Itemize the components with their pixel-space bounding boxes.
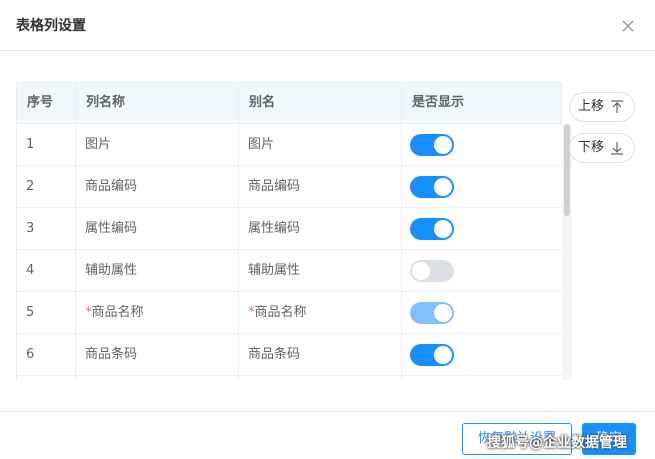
visible-toggle[interactable] <box>410 344 454 366</box>
row-name: 辅助属性 <box>85 263 138 278</box>
row-alias: 辅助属性 <box>248 263 301 278</box>
move-down-button[interactable]: 下移 <box>569 133 635 163</box>
table-row[interactable]: 1 图片 图片 <box>16 124 562 166</box>
toggle-knob <box>434 220 452 238</box>
row-alias-required: *商品名称 <box>238 292 401 333</box>
dialog-header: 表格列设置 <box>0 0 655 51</box>
row-index: 3 <box>26 221 35 236</box>
arrow-down-icon <box>611 142 623 155</box>
table-row[interactable]: 3 属性编码 属性编码 <box>16 208 562 250</box>
move-down-label: 下移 <box>578 140 605 155</box>
table-row[interactable]: 2 商品编码 商品编码 <box>16 166 562 208</box>
visible-toggle-disabled <box>410 302 454 324</box>
column-divider <box>238 82 239 380</box>
arrow-up-icon <box>611 100 623 113</box>
table-row[interactable]: 4 辅助属性 辅助属性 <box>16 250 562 292</box>
row-name-required: *商品名称 <box>75 292 238 333</box>
visible-toggle[interactable] <box>410 134 454 156</box>
dialog-title: 表格列设置 <box>16 18 86 34</box>
scrollbar-thumb[interactable] <box>564 124 570 216</box>
row-name: 属性编码 <box>85 221 138 236</box>
row-name: 商品条码 <box>85 347 138 362</box>
toggle-knob <box>412 262 430 280</box>
row-index: 5 <box>26 305 35 320</box>
row-name: 商品编码 <box>85 179 138 194</box>
toggle-knob <box>434 136 452 154</box>
row-index: 6 <box>26 347 35 362</box>
row-index: 4 <box>26 263 35 278</box>
toggle-knob <box>434 346 452 364</box>
row-name: 商品名称 <box>91 305 144 320</box>
table-scrollbar[interactable] <box>562 124 572 380</box>
close-icon[interactable] <box>618 16 638 36</box>
table-row[interactable]: 6 商品条码 商品条码 <box>16 334 562 376</box>
visible-toggle[interactable] <box>410 218 454 240</box>
column-divider <box>75 82 76 380</box>
visible-toggle[interactable] <box>410 260 454 282</box>
row-alias: 商品条码 <box>248 347 301 362</box>
row-alias: 商品编码 <box>248 179 301 194</box>
move-up-button[interactable]: 上移 <box>569 92 635 122</box>
header-alias: 别名 <box>249 95 276 110</box>
row-index: 2 <box>26 179 35 194</box>
row-index: 1 <box>26 137 35 152</box>
header-index: 序号 <box>27 95 54 110</box>
column-table: 序号 列名称 别名 是否显示 1 图片 图片 2 商品编码 商品编码 3 属性编… <box>16 82 572 380</box>
header-column-name: 列名称 <box>86 95 126 110</box>
row-alias: 属性编码 <box>248 221 301 236</box>
row-alias: 商品名称 <box>254 305 307 320</box>
column-divider <box>16 82 17 380</box>
row-alias: 图片 <box>248 137 275 152</box>
toggle-knob <box>434 178 452 196</box>
toggle-knob <box>434 304 452 322</box>
table-header: 序号 列名称 别名 是否显示 <box>16 82 562 124</box>
row-name: 图片 <box>85 137 112 152</box>
table-column-settings-dialog: 表格列设置 序号 列名称 别名 是否显示 1 图片 图片 2 商品编码 商品编码… <box>0 0 655 459</box>
watermark: 搜狐号@企业数据管理 <box>487 435 627 451</box>
footer-divider <box>0 411 655 412</box>
column-divider <box>401 82 402 380</box>
visible-toggle[interactable] <box>410 176 454 198</box>
header-visible: 是否显示 <box>412 95 465 110</box>
move-up-label: 上移 <box>578 99 605 114</box>
table-row[interactable]: 5 *商品名称 *商品名称 <box>16 292 562 334</box>
